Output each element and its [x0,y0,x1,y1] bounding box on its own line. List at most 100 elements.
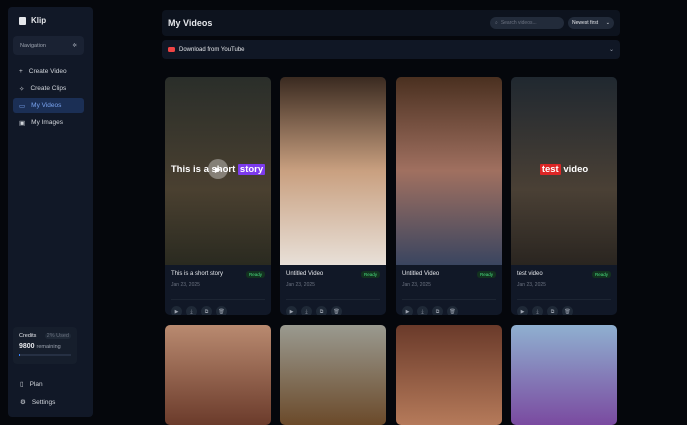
status-badge: Ready [476,271,496,278]
youtube-download-toggle[interactable]: Download from YouTube ⌄ [162,40,620,59]
video-title-row: Untitled Video Ready [402,271,496,278]
status-badge: Ready [591,271,611,278]
page-title: My Videos [168,18,213,28]
search-icon: ⌕ [495,20,498,26]
sidebar-item-my-videos[interactable]: ▭ My Videos [13,98,84,113]
thumbnail-caption: test video [511,164,617,175]
credits-used: 2% Used [44,333,71,339]
plan-link[interactable]: ▯ Plan [20,380,43,389]
settings-label: Settings [31,398,56,406]
nav-label: My Images [31,119,63,126]
video-title-row: Untitled Video Ready [286,271,380,278]
status-badge: Ready [245,271,265,278]
page-header: My Videos ⌕ Search videos... Newest first… [162,10,620,36]
video-card[interactable] [396,325,502,425]
play-button[interactable]: ▶ [517,306,528,315]
video-title: Untitled Video [402,271,440,277]
video-thumbnail[interactable] [280,77,386,265]
settings-link[interactable]: ⚙ Settings [20,398,56,407]
video-title: Untitled Video [286,271,324,277]
gear-icon: ⚙ [20,399,26,406]
video-card[interactable]: test video test video Ready Jan 23, 2025 … [511,77,617,315]
video-icon: ▭ [19,102,26,110]
video-date: Jan 23, 2025 [402,282,431,288]
app-logo[interactable]: Klip [19,16,46,25]
sort-select[interactable]: Newest first ⌄ [568,17,614,29]
plan-label: Plan [29,380,43,388]
copy-button[interactable]: ⧉ [432,306,443,315]
settings-toggle-icon[interactable]: ✲ [72,43,77,49]
credits-panel: Credits 2% Used 9800 remaining [13,327,77,364]
delete-button[interactable]: 🗑 [331,306,342,315]
sidebar-item-create-clips[interactable]: ✧ Create Clips [13,81,84,96]
copy-button[interactable]: ⧉ [316,306,327,315]
video-info: test video Ready Jan 23, 2025 ▶ ⤓ ⧉ 🗑 [511,265,617,315]
video-actions: ▶ ⤓ ⧉ 🗑 [517,299,611,315]
play-button[interactable]: ▶ [402,306,413,315]
status-badge: Ready [360,271,380,278]
credits-progress-fill [19,354,21,356]
credits-remaining-label: remaining [36,344,61,350]
download-button[interactable]: ⤓ [186,306,197,315]
video-thumbnail[interactable]: This is a short story ▶ [165,77,271,265]
play-button[interactable]: ▶ [286,306,297,315]
credits-progress [19,354,71,356]
video-thumbnail[interactable] [396,77,502,265]
youtube-label: Download from YouTube [179,46,245,53]
nav-label: Create Clips [30,85,67,92]
sparkle-icon: ✧ [19,85,25,93]
search-placeholder: Search videos... [500,20,537,26]
sidebar-item-my-images[interactable]: ▣ My Images [13,115,84,130]
caption-highlight: test [539,164,561,175]
video-card[interactable] [280,325,386,425]
youtube-icon [168,47,175,52]
copy-button[interactable]: ⧉ [201,306,212,315]
video-info: Untitled Video Ready Jan 23, 2025 ▶ ⤓ ⧉ 🗑 [280,265,386,315]
nav-label: Create Video [28,68,67,75]
video-thumbnail[interactable]: test video [511,77,617,265]
play-icon[interactable]: ▶ [208,159,228,179]
video-date: Jan 23, 2025 [517,282,546,288]
navigation-header[interactable]: Navigation ✲ [13,36,84,55]
video-title-row: This is a short story Ready [171,271,265,278]
video-card[interactable] [165,325,271,425]
download-button[interactable]: ⤓ [532,306,543,315]
video-actions: ▶ ⤓ ⧉ 🗑 [171,299,265,315]
credits-label: Credits [19,333,37,339]
video-card[interactable] [511,325,617,425]
sort-value: Newest first [572,20,599,26]
video-card[interactable]: Untitled Video Ready Jan 23, 2025 ▶ ⤓ ⧉ 🗑 [396,77,502,315]
delete-button[interactable]: 🗑 [216,306,227,315]
nav-label: My Videos [31,102,62,109]
video-card[interactable]: Untitled Video Ready Jan 23, 2025 ▶ ⤓ ⧉ 🗑 [280,77,386,315]
video-date: Jan 23, 2025 [286,282,315,288]
search-input[interactable]: ⌕ Search videos... [490,17,564,29]
navigation-label: Navigation [20,42,46,49]
video-actions: ▶ ⤓ ⧉ 🗑 [402,299,496,315]
caption-text: video [563,164,589,175]
video-title: test video [517,271,543,277]
video-actions: ▶ ⤓ ⧉ 🗑 [286,299,380,315]
credits-amount: 9800 [19,343,35,350]
plan-icon: ▯ [20,381,24,388]
download-button[interactable]: ⤓ [301,306,312,315]
video-title-row: test video Ready [517,271,611,278]
video-info: Untitled Video Ready Jan 23, 2025 ▶ ⤓ ⧉ 🗑 [396,265,502,315]
video-card[interactable]: This is a short story ▶ This is a short s… [165,77,271,315]
klip-logo-icon [19,16,26,25]
play-button[interactable]: ▶ [171,306,182,315]
plus-icon: + [19,68,23,75]
caption-highlight: story [237,164,266,175]
video-info: This is a short story Ready Jan 23, 2025 … [165,265,271,315]
download-button[interactable]: ⤓ [417,306,428,315]
video-date: Jan 23, 2025 [171,282,200,288]
video-title: This is a short story [171,271,224,277]
image-icon: ▣ [19,119,26,127]
chevron-down-icon: ⌄ [608,47,614,53]
copy-button[interactable]: ⧉ [547,306,558,315]
delete-button[interactable]: 🗑 [562,306,573,315]
app-name: Klip [31,16,47,25]
sidebar-item-create-video[interactable]: + Create Video [13,64,84,79]
chevron-down-icon: ⌄ [605,20,610,26]
delete-button[interactable]: 🗑 [447,306,458,315]
